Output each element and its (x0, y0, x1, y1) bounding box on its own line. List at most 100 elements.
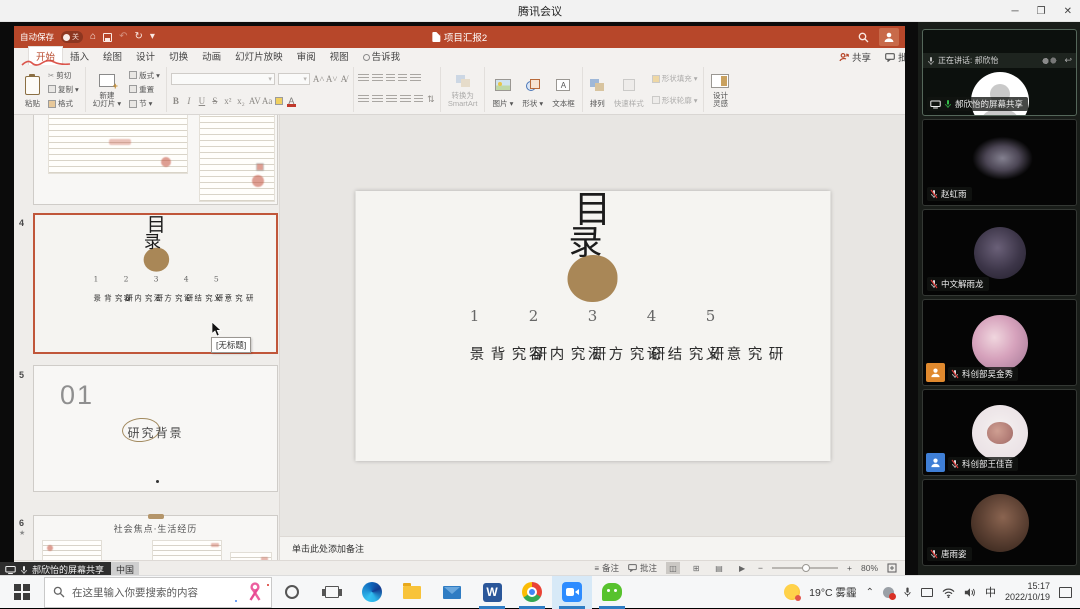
share-button[interactable]: 共享 (839, 50, 871, 64)
font-size-combobox[interactable]: ▾ (278, 73, 310, 85)
taskbar-clock[interactable]: 15:17 2022/10/19 (1005, 581, 1050, 604)
textbox-button[interactable]: A 文本框 (549, 68, 578, 111)
tab-insert[interactable]: 插入 (63, 47, 96, 65)
slide3-thumbnail[interactable] (33, 115, 278, 205)
slide-sorter-view-button[interactable]: ⊞ (689, 562, 703, 574)
slideshow-button[interactable]: ▶ (735, 562, 749, 574)
line-spacing-button[interactable] (410, 74, 421, 83)
participant-tile-tangyuzi[interactable]: 唐雨姿 (922, 479, 1077, 566)
zoom-out-button[interactable]: − (758, 563, 763, 573)
decrease-indent-button[interactable] (386, 74, 395, 83)
increase-font-button[interactable]: A˄ (313, 74, 323, 84)
picture-button[interactable]: 图片 ▾ (489, 68, 516, 111)
bold-button[interactable]: B (171, 96, 181, 106)
tencent-meeting-button[interactable] (552, 576, 592, 609)
numbering-button[interactable] (372, 74, 383, 83)
quick-access-dropdown-icon[interactable]: ▾ (150, 32, 155, 42)
participant-tile-haoxinyi[interactable]: 正在讲话: 郝欣怡 ↩ 郝欣怡的屏幕共享 (922, 29, 1077, 116)
mail-button[interactable] (432, 576, 472, 609)
new-slide-button[interactable]: 新建幻灯片 ▾ (90, 68, 124, 111)
align-right-button[interactable] (386, 95, 397, 104)
task-view-button[interactable] (312, 576, 352, 609)
columns-button[interactable] (414, 95, 423, 104)
close-button[interactable]: ✕ (1064, 6, 1072, 17)
cast-icon[interactable] (921, 588, 933, 597)
weather-text[interactable]: 19°C 雾霾 (809, 585, 856, 600)
italic-button[interactable]: I (184, 96, 194, 106)
tab-review[interactable]: 审阅 (290, 47, 323, 65)
participant-tile-wangjiayin[interactable]: 科创部王佳音 (922, 389, 1077, 476)
char-spacing-button[interactable]: AV (249, 96, 259, 106)
zoom-in-button[interactable]: + (847, 563, 852, 573)
align-left-button[interactable] (358, 95, 369, 104)
tab-animations[interactable]: 动画 (195, 47, 228, 65)
paste-button[interactable]: 粘贴 (22, 68, 43, 111)
underline-button[interactable]: U (197, 96, 207, 106)
justify-button[interactable] (400, 95, 411, 104)
cut-button[interactable]: ✂剪切 (46, 70, 81, 81)
file-explorer-button[interactable] (392, 576, 432, 609)
hidden-icons-chevron[interactable]: ⌃ (866, 587, 874, 598)
font-color-button[interactable]: A (286, 96, 297, 106)
search-icon[interactable] (858, 32, 869, 43)
tab-slideshow[interactable]: 幻灯片放映 (228, 47, 290, 65)
tab-tell-me[interactable]: 告诉我 (356, 47, 408, 65)
shape-outline-button[interactable]: 形状轮廓 ▾ (650, 95, 700, 106)
section-button[interactable]: 节 ▾ (127, 98, 162, 109)
zoom-percent[interactable]: 80% (861, 563, 878, 573)
chrome-button[interactable] (512, 576, 552, 609)
wechat-button[interactable] (592, 576, 632, 609)
arrange-button[interactable]: 排列 (587, 68, 608, 111)
network-icon[interactable] (942, 587, 955, 598)
decrease-font-button[interactable]: A˅ (326, 74, 336, 84)
maximize-button[interactable]: ❐ (1037, 6, 1046, 17)
undo-icon[interactable]: ↶ (119, 32, 127, 42)
tray-mic-icon[interactable] (903, 586, 912, 598)
participant-tile-zhaohongyu[interactable]: 赵虹雨 (922, 119, 1077, 206)
volume-icon[interactable] (964, 587, 976, 598)
notes-toggle-button[interactable]: ≡备注 (594, 562, 619, 574)
slide-editor-canvas[interactable]: 目 录 1研究背景 2研究内容 3研究方法 (280, 115, 905, 536)
notes-pane[interactable]: 单击此处添加备注 (280, 536, 905, 560)
zoom-slider-knob[interactable] (802, 564, 810, 572)
layout-button[interactable]: 版式 ▾ (127, 70, 162, 81)
format-painter-button[interactable]: 格式 (46, 98, 81, 109)
zoom-slider[interactable] (772, 567, 838, 569)
comments-button[interactable]: 批注 (885, 50, 905, 64)
ime-indicator[interactable]: 中 (985, 584, 996, 600)
shape-fill-button[interactable]: 形状填充 ▾ (650, 73, 700, 84)
tab-transitions[interactable]: 切换 (162, 47, 195, 65)
strikethrough-button[interactable]: S (210, 96, 220, 106)
subscript-button[interactable]: x₂ (236, 96, 246, 106)
highlight-button[interactable] (275, 97, 283, 105)
normal-view-button[interactable]: ◫ (666, 562, 680, 574)
convert-smartart-button[interactable]: 转换为SmartArt (445, 68, 481, 111)
comments-toggle-button[interactable]: 批注 (628, 562, 657, 574)
tab-draw[interactable]: 绘图 (96, 47, 129, 65)
account-button[interactable] (879, 28, 899, 46)
redo-icon[interactable]: ↻ (134, 32, 142, 42)
sync-alert-icon[interactable] (883, 587, 894, 598)
minimize-button[interactable]: ─ (1012, 6, 1019, 17)
design-ideas-button[interactable]: 设计灵感 (708, 68, 732, 111)
home-icon[interactable]: ⌂ (90, 32, 96, 42)
superscript-button[interactable]: x² (223, 96, 233, 106)
save-icon[interactable] (103, 33, 112, 42)
shapes-button[interactable]: 形状 ▾ (519, 68, 546, 111)
bullets-button[interactable] (358, 74, 369, 83)
font-name-combobox[interactable]: ▾ (171, 73, 275, 85)
main-toc-slide[interactable]: 目 录 1研究背景 2研究内容 3研究方法 (355, 191, 830, 461)
word-button[interactable]: W (472, 576, 512, 609)
reading-view-button[interactable]: ▤ (712, 562, 726, 574)
slide5-thumbnail[interactable]: 01 研究背景 (33, 365, 278, 492)
reset-button[interactable]: 重置 (127, 84, 162, 95)
start-button[interactable] (0, 576, 44, 609)
quick-styles-button[interactable]: 快速样式 (611, 68, 647, 111)
slide4-thumbnail[interactable]: 目 录 1研究背景 2研究内容 (33, 213, 278, 354)
align-center-button[interactable] (372, 95, 383, 104)
edge-button[interactable] (352, 576, 392, 609)
taskbar-search[interactable]: 在这里输入你要搜索的内容 (44, 577, 272, 608)
clear-format-button[interactable]: A̸ (339, 74, 349, 84)
autosave-toggle[interactable]: 关 (61, 31, 83, 43)
tab-design[interactable]: 设计 (129, 47, 162, 65)
